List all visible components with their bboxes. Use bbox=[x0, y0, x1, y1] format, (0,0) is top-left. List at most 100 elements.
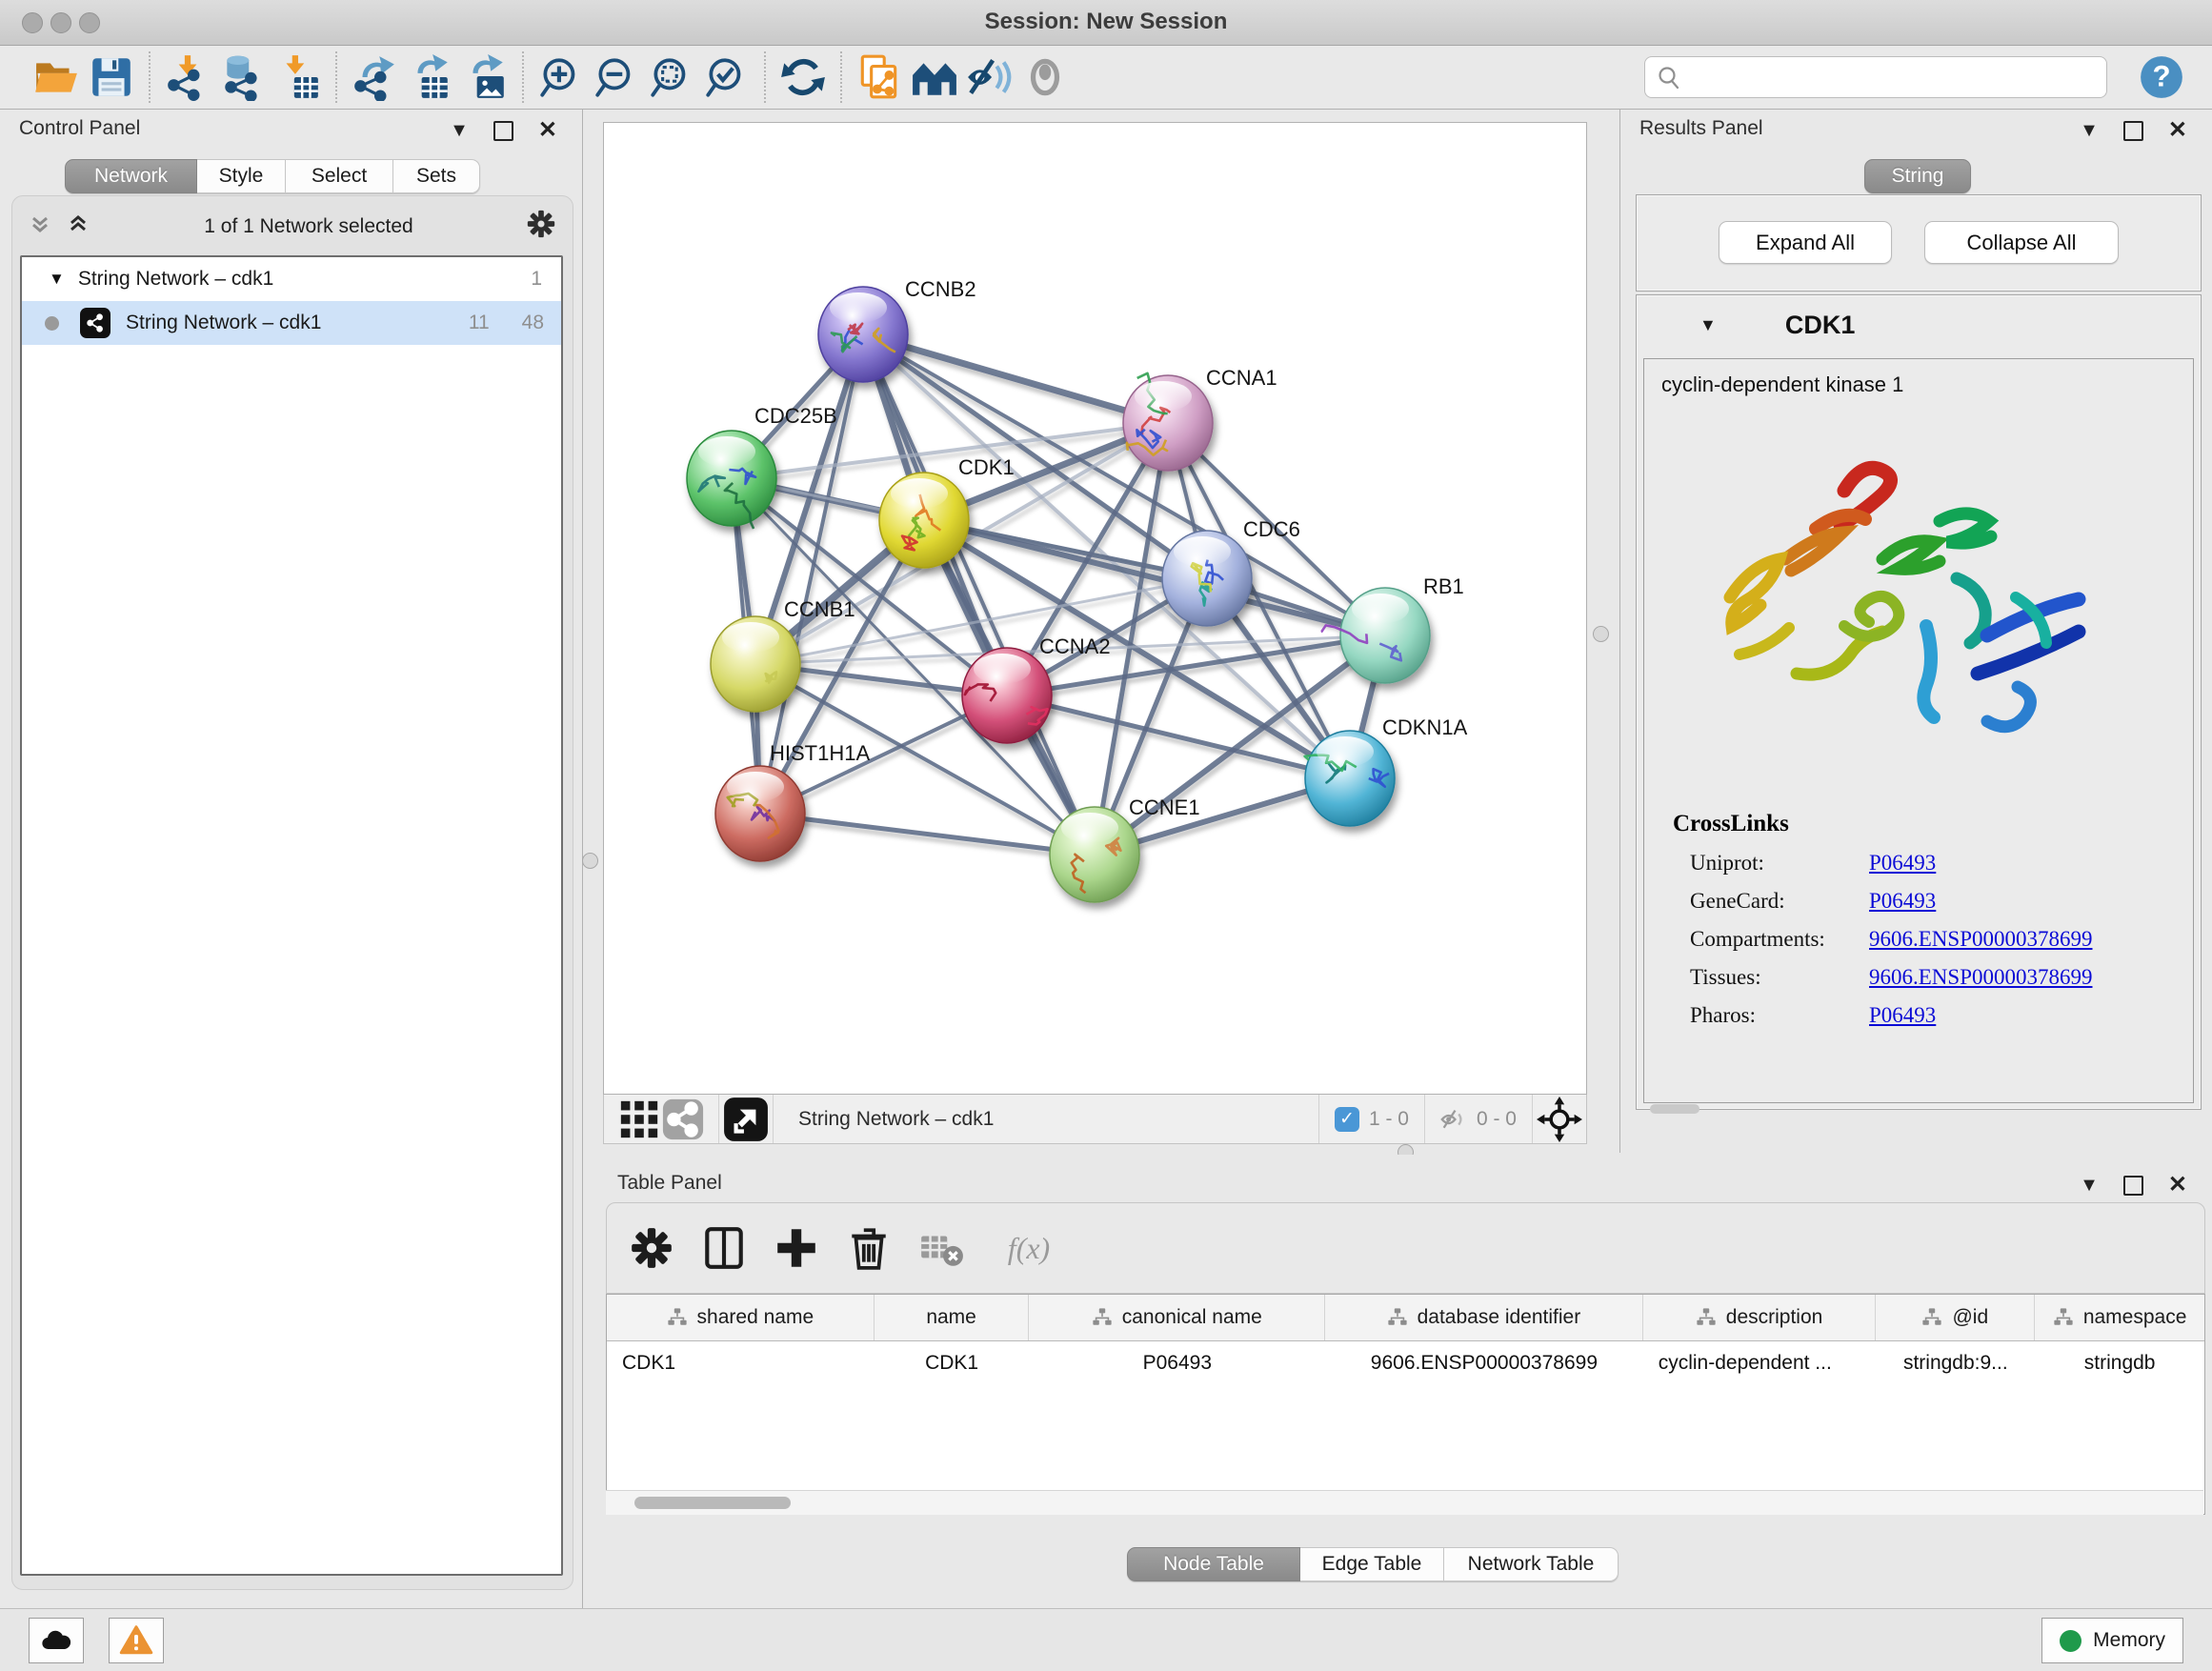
control-panel-close-button[interactable]: ✕ bbox=[538, 119, 557, 142]
control-panel-float-button[interactable] bbox=[493, 121, 513, 141]
open-in-browser-button[interactable] bbox=[719, 1092, 773, 1147]
results-panel-menu-button[interactable]: ▼ bbox=[2080, 121, 2099, 140]
hide-selection-button[interactable] bbox=[962, 50, 1017, 105]
column-header-description[interactable]: description bbox=[1643, 1295, 1877, 1340]
expand-all-button[interactable]: Expand All bbox=[1719, 221, 1892, 264]
network-row[interactable]: String Network – cdk1 1148 bbox=[22, 301, 561, 345]
control-panel-menu-button[interactable]: ▼ bbox=[450, 121, 469, 140]
export-table-button[interactable] bbox=[402, 50, 457, 105]
column-header-canonical-name[interactable]: canonical name bbox=[1029, 1295, 1325, 1340]
tab-select[interactable]: Select bbox=[286, 159, 393, 193]
table-options-button[interactable] bbox=[624, 1220, 679, 1276]
status-bar: Memory bbox=[0, 1608, 2212, 1671]
delete-column-button[interactable] bbox=[841, 1220, 896, 1276]
open-session-button[interactable] bbox=[29, 50, 84, 105]
fit-content-button[interactable] bbox=[1533, 1092, 1586, 1147]
help-button[interactable]: ? bbox=[2134, 50, 2189, 105]
expand-all-networks-icon[interactable] bbox=[64, 210, 92, 244]
network-node-CCNB1[interactable]: CCNB1 bbox=[711, 597, 855, 712]
memory-button[interactable]: Memory bbox=[2041, 1618, 2183, 1663]
cell-name[interactable]: CDK1 bbox=[875, 1341, 1030, 1385]
zoom-in-button[interactable] bbox=[533, 50, 589, 105]
import-network-file-button[interactable] bbox=[160, 50, 215, 105]
cloud-status-button[interactable] bbox=[29, 1618, 84, 1663]
horizontal-scrollbar[interactable] bbox=[606, 1490, 2203, 1515]
import-table-button[interactable] bbox=[271, 50, 326, 105]
string-style-button[interactable] bbox=[661, 1092, 705, 1147]
crosslink-pharos-link[interactable]: P06493 bbox=[1869, 1003, 1936, 1028]
window-title: Session: New Session bbox=[0, 9, 2212, 35]
table-panel-menu-button[interactable]: ▼ bbox=[2080, 1176, 2099, 1195]
function-builder-button[interactable]: f(x) bbox=[986, 1220, 1072, 1276]
checkbox-icon[interactable]: ✓ bbox=[1335, 1107, 1359, 1132]
network-canvas[interactable]: CCNB2CCNA1CDC25BCDK1CDC6RB1CCNB1CCNA2CDK… bbox=[603, 122, 1587, 1095]
results-panel-float-button[interactable] bbox=[2123, 121, 2143, 141]
zoom-selected-button[interactable] bbox=[699, 50, 754, 105]
network-edge-ccnb2-ccna1[interactable] bbox=[863, 334, 1168, 423]
export-network-button[interactable] bbox=[347, 50, 402, 105]
warnings-button[interactable] bbox=[109, 1618, 164, 1663]
network-node-HIST1H1A[interactable]: HIST1H1A bbox=[715, 741, 870, 861]
cell-id[interactable]: stringdb:9... bbox=[1876, 1341, 2035, 1385]
export-image-button[interactable] bbox=[457, 50, 513, 105]
column-header-database-identifier[interactable]: database identifier bbox=[1325, 1295, 1643, 1340]
column-header-shared-name[interactable]: shared name bbox=[607, 1295, 875, 1340]
network-node-CDK1[interactable]: CDK1 bbox=[879, 455, 1015, 568]
collapse-all-button[interactable]: Collapse All bbox=[1924, 221, 2119, 264]
network-collection-row[interactable]: ▼ String Network – cdk1 1 bbox=[22, 257, 561, 301]
delete-table-button[interactable] bbox=[914, 1220, 969, 1276]
cell-canonical-name[interactable]: P06493 bbox=[1029, 1341, 1325, 1385]
cell-namespace[interactable]: stringdb bbox=[2035, 1341, 2204, 1385]
left-splitter-handle[interactable] bbox=[582, 853, 598, 869]
network-node-CCNA1[interactable]: CCNA1 bbox=[1123, 366, 1277, 471]
table-row[interactable]: CDK1 CDK1 P06493 9606.ENSP00000378699 cy… bbox=[607, 1341, 2204, 1385]
network-edge-hist1h1a-ccne1[interactable] bbox=[760, 814, 1095, 855]
apply-layout-button[interactable] bbox=[775, 50, 831, 105]
crosslink-genecard-link[interactable]: P06493 bbox=[1869, 889, 1936, 914]
column-header-name[interactable]: name bbox=[875, 1295, 1030, 1340]
tab-network[interactable]: Network bbox=[65, 159, 197, 193]
show-columns-button[interactable] bbox=[696, 1220, 752, 1276]
collection-caret-icon[interactable]: ▼ bbox=[49, 270, 65, 289]
zoom-fit-button[interactable] bbox=[644, 50, 699, 105]
results-panel-close-button[interactable]: ✕ bbox=[2168, 119, 2187, 142]
network-options-gear-icon[interactable] bbox=[525, 208, 557, 246]
tab-string-results[interactable]: String bbox=[1864, 159, 1971, 193]
cell-description[interactable]: cyclin-dependent ... bbox=[1643, 1341, 1877, 1385]
collapse-all-networks-icon[interactable] bbox=[26, 210, 54, 244]
import-network-database-button[interactable] bbox=[215, 50, 271, 105]
first-neighbors-button[interactable] bbox=[907, 50, 962, 105]
network-edge-ccnb2-ccne1[interactable] bbox=[863, 334, 1095, 855]
crosslink-uniprot-link[interactable]: P06493 bbox=[1869, 851, 1936, 876]
network-from-selection-button[interactable] bbox=[852, 50, 907, 105]
right-splitter-handle[interactable] bbox=[1593, 626, 1609, 642]
import-table-icon bbox=[274, 53, 322, 101]
table-panel-close-button[interactable]: ✕ bbox=[2168, 1174, 2187, 1197]
gene-caret-icon[interactable]: ▼ bbox=[1699, 315, 1717, 335]
birds-eye-view-button[interactable] bbox=[617, 1092, 661, 1147]
save-session-button[interactable] bbox=[84, 50, 139, 105]
column-header-namespace[interactable]: namespace bbox=[2035, 1295, 2204, 1340]
show-all-button[interactable] bbox=[1017, 50, 1073, 105]
crosslink-compartments-link[interactable]: 9606.ENSP00000378699 bbox=[1869, 927, 2093, 952]
search-input[interactable] bbox=[1644, 56, 2107, 98]
add-column-button[interactable] bbox=[769, 1220, 824, 1276]
scrollbar-thumb[interactable] bbox=[634, 1497, 791, 1509]
tab-network-table[interactable]: Network Table bbox=[1444, 1547, 1619, 1581]
toolbar-separator bbox=[773, 1095, 774, 1143]
table-panel-float-button[interactable] bbox=[2123, 1176, 2143, 1196]
scrollbar-thumb[interactable] bbox=[1650, 1104, 1699, 1114]
cell-shared-name[interactable]: CDK1 bbox=[607, 1341, 875, 1385]
copy-network-icon bbox=[855, 53, 903, 101]
network-node-CDKN1A[interactable]: CDKN1A bbox=[1305, 715, 1468, 826]
cell-database-identifier[interactable]: 9606.ENSP00000378699 bbox=[1325, 1341, 1643, 1385]
collection-label: String Network – cdk1 bbox=[78, 268, 273, 291]
network-node-CCNB2[interactable]: CCNB2 bbox=[818, 277, 976, 382]
column-header-id[interactable]: @id bbox=[1876, 1295, 2035, 1340]
tab-sets[interactable]: Sets bbox=[393, 159, 480, 193]
tab-style[interactable]: Style bbox=[197, 159, 286, 193]
tab-node-table[interactable]: Node Table bbox=[1127, 1547, 1300, 1581]
tab-edge-table[interactable]: Edge Table bbox=[1300, 1547, 1444, 1581]
zoom-out-button[interactable] bbox=[589, 50, 644, 105]
crosslink-tissues-link[interactable]: 9606.ENSP00000378699 bbox=[1869, 965, 2093, 990]
